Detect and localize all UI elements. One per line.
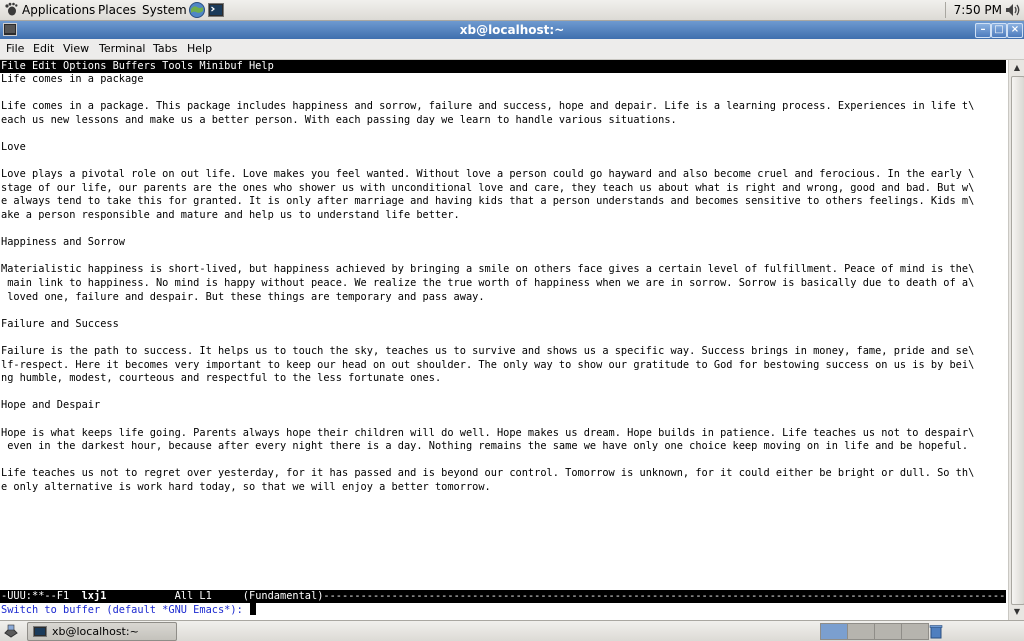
buffer-line: Happiness and Sorrow <box>1 236 125 249</box>
buffer-line: Failure and Success <box>1 317 119 330</box>
window-title: xb@localhost:~ <box>459 23 565 37</box>
buffer-line: ake a person responsible and mature and … <box>1 209 460 221</box>
workspace-4[interactable] <box>901 623 929 640</box>
buffer-line: stage of our life, our parents are the o… <box>1 181 975 194</box>
menu-edit[interactable]: Edit <box>33 42 54 56</box>
system-menu[interactable]: System <box>142 2 187 18</box>
buffer-line: even in the darkest hour, because after … <box>1 440 969 453</box>
buffer-line: Failure is the path to success. It helps… <box>1 345 975 357</box>
menu-help[interactable]: Help <box>187 42 212 56</box>
terminal-area[interactable]: File Edit Options Buffers Tools Minibuf … <box>0 60 1008 620</box>
minimize-button[interactable]: – <box>975 23 991 38</box>
vertical-scrollbar[interactable]: ▲ ▼ <box>1008 60 1024 620</box>
scroll-down-arrow-icon[interactable]: ▼ <box>1010 605 1024 619</box>
buffer-line: main link to happiness. No mind is happy… <box>1 277 975 289</box>
text-cursor <box>249 603 256 615</box>
modeline-fill: ----------------------------------------… <box>323 590 1006 602</box>
web-browser-icon[interactable] <box>188 1 206 19</box>
menu-view[interactable]: View <box>63 42 89 56</box>
terminal-icon[interactable] <box>207 1 225 19</box>
buffer-line: ng humble, modest, courteous and respect… <box>1 372 442 385</box>
taskbar-item-label: xb@localhost:~ <box>52 625 139 638</box>
places-menu[interactable]: Places <box>98 2 136 18</box>
buffer-line: Life comes in a package <box>1 73 144 85</box>
modeline-buffer-name: lxj1 <box>81 590 107 602</box>
clock[interactable]: 7:50 PM <box>954 2 1002 18</box>
buffer-line: e only alternative is work hard today, s… <box>1 481 491 493</box>
scroll-thumb[interactable] <box>1011 76 1024 605</box>
panel-separator <box>945 2 946 18</box>
workspace-1[interactable] <box>820 623 848 640</box>
buffer-line: Hope is what keeps life going. Parents a… <box>1 426 975 439</box>
menu-file[interactable]: File <box>6 42 24 56</box>
scroll-up-arrow-icon[interactable]: ▲ <box>1010 61 1024 75</box>
maximize-button[interactable]: □ <box>991 23 1007 38</box>
menu-tabs[interactable]: Tabs <box>153 42 177 56</box>
gnome-foot-icon <box>5 2 18 16</box>
taskbar-item-terminal[interactable]: xb@localhost:~ <box>27 622 177 641</box>
buffer-line: e always tend to take this for granted. … <box>1 195 975 208</box>
minimize-icon: – <box>980 24 986 35</box>
workspace-3[interactable] <box>874 623 902 640</box>
terminal-icon <box>33 626 47 637</box>
close-button[interactable]: × <box>1007 23 1023 38</box>
buffer-line: lf-respect. Here it becomes very importa… <box>1 358 975 371</box>
terminal-menubar: File Edit View Terminal Tabs Help <box>0 39 1024 60</box>
buffer-line: Life comes in a package. This package in… <box>1 100 975 113</box>
close-icon: × <box>1010 24 1020 35</box>
trash-icon[interactable] <box>928 623 944 639</box>
menu-terminal[interactable]: Terminal <box>99 42 146 56</box>
buffer-line: Hope and Despair <box>1 399 101 412</box>
modeline-position: All L1 <box>106 590 243 602</box>
minibuffer-prompt: Switch to buffer (default *GNU Emacs*): <box>1 604 249 616</box>
modeline-mode: (Fundamental) <box>242 590 324 602</box>
modeline-status: -UUU:**--F1 <box>1 590 82 602</box>
emacs-modeline: -UUU:**--F1 lxj1 All L1 (Fundamental)---… <box>0 590 1006 603</box>
applications-label: Applications <box>22 3 96 17</box>
emacs-menubar[interactable]: File Edit Options Buffers Tools Minibuf … <box>0 60 1006 73</box>
show-desktop-icon[interactable] <box>3 623 19 639</box>
buffer-line: Materialistic happiness is short-lived, … <box>1 263 975 276</box>
top-panel: Applications Places System 7:50 PM <box>0 0 1024 21</box>
buffer-line: Life teaches us not to regret over yeste… <box>1 467 975 480</box>
applications-menu[interactable]: Applications <box>4 2 95 18</box>
volume-icon[interactable] <box>1004 2 1022 18</box>
buffer-line: Love <box>1 141 26 153</box>
emacs-minibuffer[interactable]: Switch to buffer (default *GNU Emacs*): <box>1 603 256 617</box>
bottom-panel: xb@localhost:~ <box>0 620 1024 641</box>
maximize-icon: □ <box>994 24 1004 35</box>
buffer-line: Love plays a pivotal role on out life. L… <box>1 168 975 181</box>
buffer-line: loved one, failure and despair. But thes… <box>1 290 485 303</box>
window-titlebar[interactable]: xb@localhost:~ – □ × <box>0 21 1024 39</box>
buffer-line: each us new lessons and make us a better… <box>1 113 677 126</box>
workspace-2[interactable] <box>847 623 875 640</box>
